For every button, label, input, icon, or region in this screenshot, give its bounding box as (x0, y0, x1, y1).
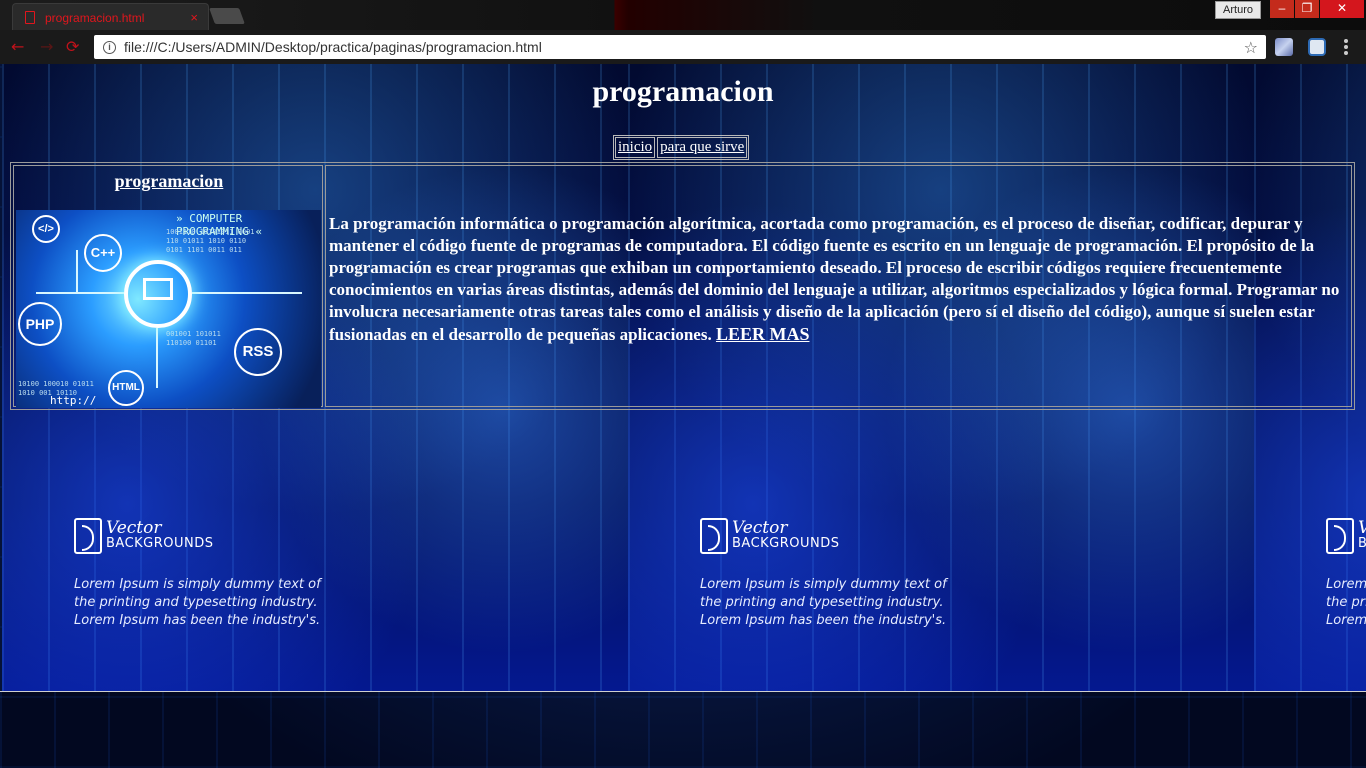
page-viewport: Vector BACKGROUNDS Lorem Ipsum is simply… (0, 64, 1366, 768)
restore-button[interactable]: ❐ (1295, 0, 1319, 18)
logo-line-2: BACKGROUNDS (732, 536, 840, 551)
text-cell: La programación informática o programaci… (325, 165, 1352, 407)
logo-mark-icon (1326, 518, 1354, 554)
lorem-text: Lorem Ipsum is simply dummy text ofthe p… (1326, 577, 1366, 628)
image-heading: programacion (114, 171, 224, 191)
content-table: programacion » COMPUTER PROGRAMMING « 10… (10, 162, 1355, 410)
read-more-link[interactable]: LEER MAS (716, 324, 810, 344)
tab-title: programacion.html (45, 10, 145, 25)
back-arrow-icon[interactable]: ← (11, 37, 24, 56)
nav-link-para-que-sirve[interactable]: para que sirve (657, 137, 748, 158)
lorem-text: Lorem Ipsum is simply dummy text ofthe p… (700, 577, 947, 628)
forward-arrow-icon[interactable]: → (40, 37, 53, 56)
bookmark-star-icon[interactable]: ☆ (1244, 38, 1258, 57)
extension-icon[interactable] (1275, 38, 1293, 56)
page-title: programacion (592, 75, 774, 108)
nav-link-inicio[interactable]: inicio (615, 137, 656, 158)
programming-illustration: » COMPUTER PROGRAMMING « 1001110 1010101… (16, 210, 321, 408)
address-bar[interactable]: i file:///C:/Users/ADMIN/Desktop/practic… (94, 35, 1266, 59)
nav-menu: inicio para que sirve (613, 135, 750, 160)
browser-toolbar: ← → ⟳ i file:///C:/Users/ADMIN/Desktop/p… (0, 30, 1366, 64)
logo-line-1: Vector (732, 518, 788, 538)
background-divider (0, 691, 1366, 692)
logo-line-2: BACKGROUNDS (1358, 536, 1366, 551)
url-text[interactable]: file:///C:/Users/ADMIN/Desktop/practica/… (124, 39, 1244, 55)
monitor-icon (143, 278, 173, 300)
info-icon[interactable]: i (103, 40, 116, 54)
logo-line-1: Vector (106, 518, 162, 538)
logo-line-2: BACKGROUNDS (106, 536, 214, 551)
browser-tab[interactable]: programacion.html × (12, 3, 209, 31)
tab-close-icon[interactable]: × (190, 10, 198, 25)
vector-backgrounds-logo: Vector BACKGROUNDS (700, 518, 840, 554)
profile-button[interactable]: Arturo (1215, 1, 1261, 19)
vector-backgrounds-logo: Vector BACKGROUNDS (74, 518, 214, 554)
extension-icon-2[interactable] (1308, 38, 1326, 56)
close-window-button[interactable]: ✕ (1320, 0, 1364, 18)
reload-icon[interactable]: ⟳ (66, 37, 79, 56)
tab-strip: programacion.html × Arturo – ❐ ✕ (0, 0, 1366, 31)
logo-line-1: Vector (1358, 520, 1366, 537)
vector-backgrounds-logo: Vector BACKGROUNDS (1326, 518, 1366, 554)
description-paragraph: La programación informática o programaci… (329, 213, 1353, 346)
image-cell: programacion » COMPUTER PROGRAMMING « 10… (13, 165, 323, 408)
logo-mark-icon (700, 518, 728, 554)
kebab-menu-icon[interactable] (1344, 39, 1348, 57)
new-tab-button[interactable] (209, 8, 245, 24)
document-icon (25, 11, 35, 24)
paragraph-text: La programación informática o programaci… (329, 214, 1340, 344)
minimize-button[interactable]: – (1270, 0, 1294, 18)
lorem-text: Lorem Ipsum is simply dummy text ofthe p… (74, 577, 321, 628)
logo-mark-icon (74, 518, 102, 554)
